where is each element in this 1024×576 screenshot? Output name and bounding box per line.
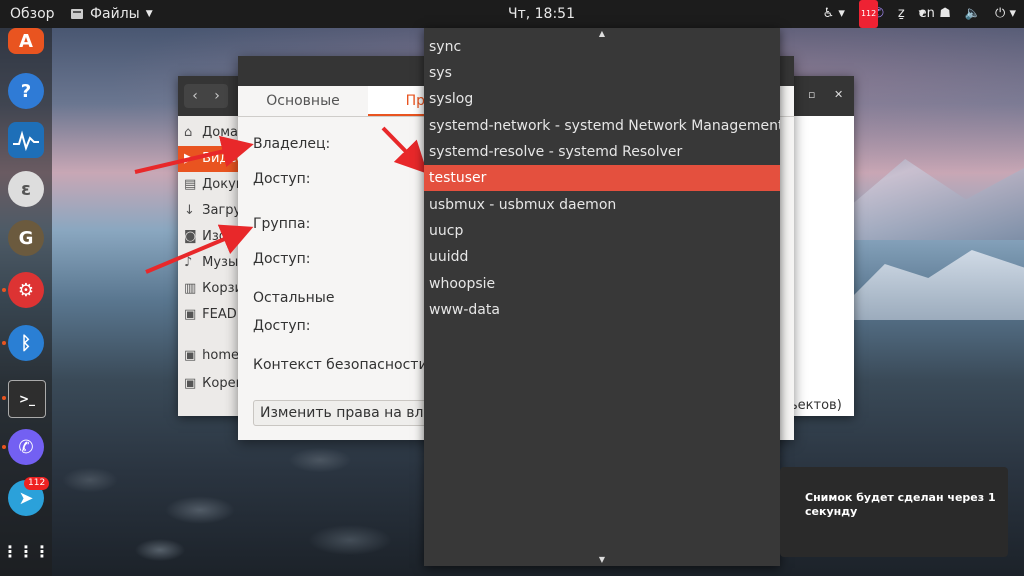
sidebar-item-root[interactable]: ▣ Корень [178,371,240,397]
system-tray: ♿ ▾ 112 ✆ ẕ en ▾ ☗ 🔈 ⏻ ▾ [823,0,1016,28]
sidebar-item-images[interactable]: ◙ Изображения [178,224,240,250]
running-indicator [2,445,6,449]
document-icon: ▤ [184,177,197,192]
running-indicator [2,396,6,400]
language-indicator[interactable]: en ▾ [919,0,935,28]
music-icon: ♪ [184,255,193,270]
dropdown-item-selected[interactable]: testuser [424,165,780,191]
files-app-icon [71,9,83,19]
sidebar-item-documents[interactable]: ▤ Документы [178,172,240,198]
owner-access-label: Доступ: [253,171,311,187]
sidebar-item-label: Домашняя папка [202,125,240,140]
trash-icon: ▥ [184,281,197,296]
bluetooth-app-icon[interactable]: ᛒ [8,325,44,361]
power-icon[interactable]: ⏻ ▾ [995,0,1016,28]
dropdown-item[interactable]: www-data [424,297,780,323]
wallpaper-ice [850,250,1024,320]
file-view [792,116,854,416]
language-label: en [918,6,935,21]
dropdown-item[interactable]: systemd-network - systemd Network Manage… [424,113,780,139]
security-context-label: Контекст безопасности: [253,357,433,373]
sidebar-item-label: FEADRIVE [202,307,240,322]
others-label: Остальные [253,290,335,306]
drive-icon: ▣ [184,348,197,363]
drive-icon: ▣ [184,376,197,391]
sidebar-item-label: Документы [202,177,240,192]
status-text: ьектов) [790,398,842,413]
sidebar-item-label: Загрузки [202,203,240,218]
owner-label: Владелец: [253,136,331,152]
dropdown-item[interactable]: systemd-resolve - systemd Resolver [424,139,780,165]
close-icon[interactable]: ✕ [834,88,843,101]
gimp-icon[interactable]: G [8,220,44,256]
app-menu-label: Файлы [90,6,140,22]
screenshot-notification: Снимок будет сделан через 1 секунду [780,467,1008,557]
terminal-icon[interactable]: >_ [8,380,46,418]
sidebar-item-home-drive[interactable]: ▣ home [178,343,240,369]
running-indicator [2,288,6,292]
sidebar-item-label: Корень [202,376,240,391]
sidebar-item-label: home [202,348,239,363]
telegram-badge: 112 [24,477,50,490]
sidebar-item-trash[interactable]: ▥ Корзина [178,276,240,302]
sidebar-item-music[interactable]: ♪ Музыка [178,250,240,276]
viber-icon[interactable]: ✆ [8,429,44,465]
accessibility-icon[interactable]: ♿ ▾ [823,0,845,28]
dropdown-item[interactable]: usbmux - usbmux daemon [424,192,780,218]
maximize-icon[interactable]: ▫ [808,88,815,101]
sidebar-item-label: Музыка [202,255,240,270]
top-bar: Обзор Файлы ▼ Чт, 18:51 ♿ ▾ 112 ✆ ẕ en ▾… [0,0,1024,28]
sidebar-item-feadrive[interactable]: ▣ FEADRIVE [178,302,240,328]
back-icon[interactable]: ‹ [192,88,198,104]
sidebar-item-label: Корзина [202,281,240,296]
system-monitor-icon[interactable] [8,122,44,158]
scroll-down-icon[interactable]: ▼ [424,555,780,565]
monitor-chart-icon [13,130,39,152]
egg-app-icon[interactable]: ε [8,171,44,207]
group-label: Группа: [253,216,311,232]
owner-dropdown-list: ▲ sync sys syslog systemd-network - syst… [424,28,780,566]
clock[interactable]: Чт, 18:51 [508,0,575,28]
sidebar-item-downloads[interactable]: ↓ Загрузки [178,198,240,224]
nav-buttons: ‹ › [184,84,228,108]
help-icon[interactable]: ? [8,73,44,109]
dock: A ? ε G ⚙ ᛒ >_ ✆ ➤ 112 ⋮⋮⋮ [0,28,52,576]
tray-badge: 112 [858,0,879,28]
video-icon: ▶ [184,151,194,166]
notification-text: Снимок будет сделан через 1 секунду [805,491,996,518]
volume-icon[interactable]: 🔈 [965,0,981,28]
tray-z-icon[interactable]: ẕ [898,0,905,28]
sidebar-item-label: Изображения [202,229,240,244]
dropdown-item[interactable]: whoopsie [424,271,780,297]
activities-button[interactable]: Обзор [10,0,55,28]
app-menu[interactable]: Файлы ▼ [70,0,153,28]
dropdown-item[interactable]: sync [424,34,780,60]
drive-icon: ▣ [184,307,197,322]
sidebar-item-video[interactable]: ▶ Видео [178,146,240,172]
dropdown-item[interactable]: syslog [424,86,780,112]
chevron-down-icon: ▼ [145,9,153,19]
forward-icon[interactable]: › [214,88,220,104]
sidebar-item-home[interactable]: ⌂ Домашняя папка [178,120,240,146]
dropdown-item[interactable]: uuidd [424,244,780,270]
dropdown-item[interactable]: uucp [424,218,780,244]
camera-icon: ◙ [184,229,197,244]
dropdown-item[interactable]: sys [424,60,780,86]
group-access-label: Доступ: [253,251,311,267]
show-apps-grid-icon[interactable]: ⋮⋮⋮ [2,533,50,569]
tab-basic[interactable]: Основные [238,86,368,116]
change-nested-permissions-button[interactable]: Изменить права на вложенные файлы… [253,400,453,426]
sidebar: ⌂ Домашняя папка ▶ Видео ▤ Документы ↓ З… [178,116,240,416]
network-icon[interactable]: ☗ [939,0,951,28]
others-access-label: Доступ: [253,318,311,334]
home-icon: ⌂ [184,125,193,140]
download-icon: ↓ [184,203,195,218]
software-center-icon[interactable]: A [8,28,44,54]
settings-gear-icon[interactable]: ⚙ [8,272,44,308]
sidebar-item-label: Видео [202,151,240,166]
running-indicator [2,341,6,345]
